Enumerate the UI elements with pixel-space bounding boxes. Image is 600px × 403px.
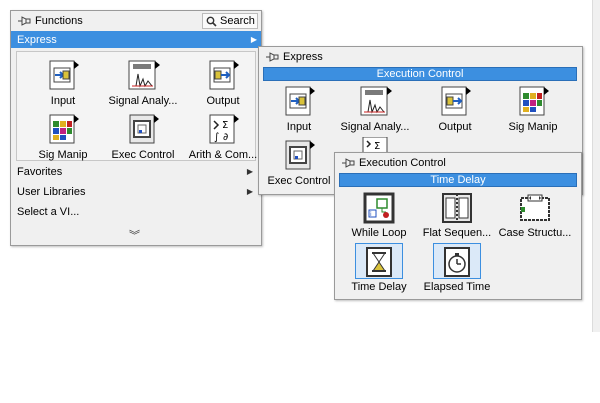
palette-item-label: Signal Analy... [340, 121, 410, 133]
category-express-label: Express [17, 33, 57, 46]
input-express-icon [49, 60, 79, 90]
palette-item-label: Elapsed Time [423, 281, 491, 293]
double-chevron-down-icon[interactable]: ︾ [129, 227, 140, 243]
execution-control-title: Execution Control [359, 157, 446, 169]
express-titlebar[interactable]: Express [259, 47, 582, 67]
signal-analysis-icon [360, 86, 392, 116]
palette-item-label: Arith & Com... [188, 149, 258, 161]
while-loop-icon: i [363, 192, 395, 224]
palette-item-flat-sequence[interactable]: Flat Sequen... [417, 189, 497, 239]
palette-item-exec-control[interactable]: Exec Control [103, 111, 183, 161]
header-label: Time Delay [430, 174, 486, 186]
svg-text:∫: ∫ [214, 132, 219, 143]
exec-control-icon [129, 114, 159, 144]
palette-item-while-loop[interactable]: i While Loop [339, 189, 419, 239]
flat-sequence-icon [442, 193, 472, 223]
palette-item-arith-comparison[interactable]: Σ ∫ ∂ Arith & Com... [183, 111, 263, 161]
palette-item-label: Input [50, 95, 76, 107]
hourglass-icon [366, 247, 392, 277]
functions-title: Functions [35, 15, 83, 27]
search-button[interactable]: Search [202, 13, 258, 29]
palette-item-label: Case Structu... [498, 227, 572, 239]
thumbtack-icon[interactable] [17, 15, 31, 27]
stopwatch-icon [444, 247, 470, 277]
arith-comparison-icon: Σ ∫ ∂ [209, 114, 239, 144]
palette-item-output[interactable]: Output [183, 57, 263, 107]
submenu-arrow-icon: ▶ [246, 167, 253, 176]
search-label: Search [220, 15, 255, 27]
case-structure-icon [520, 194, 550, 221]
palette-item-label: While Loop [351, 227, 407, 239]
palette-item-label: Sig Manip [508, 121, 558, 133]
select-a-vi[interactable]: Select a VI... [17, 203, 257, 221]
execution-control-subpalette-header: Time Delay [339, 173, 577, 187]
palette-item-label: Exec Control [111, 149, 175, 161]
thumbtack-icon[interactable] [341, 157, 355, 169]
signal-analysis-icon [128, 60, 160, 90]
svg-text:Σ: Σ [222, 120, 228, 131]
express-title: Express [283, 51, 323, 63]
functions-palette: Functions Search Express ▶ Input Signal … [10, 10, 262, 246]
palette-item-sig-manip[interactable]: Sig Manip [493, 83, 573, 133]
category-favorites[interactable]: Favorites ▶ [17, 163, 257, 181]
palette-item-signal-analysis[interactable]: Signal Analy... [103, 57, 183, 107]
svg-text:∂: ∂ [223, 132, 228, 143]
submenu-arrow-icon: ▶ [246, 187, 253, 196]
palette-item-label: Output [206, 95, 240, 107]
header-label: Execution Control [376, 68, 464, 80]
execution-control-titlebar[interactable]: Execution Control [335, 153, 581, 173]
palette-item-output[interactable]: Output [415, 83, 495, 133]
palette-item-label: Input [286, 121, 312, 133]
sig-manip-icon [519, 86, 549, 116]
input-express-icon [285, 86, 315, 116]
exec-control-icon [285, 140, 315, 170]
execution-control-palette: Execution Control Time Delay i While Loo… [334, 152, 582, 300]
palette-item-label: Flat Sequen... [422, 227, 492, 239]
category-label: Favorites [17, 166, 63, 178]
sig-manip-icon [49, 114, 79, 144]
category-user-libraries[interactable]: User Libraries ▶ [17, 183, 257, 201]
palette-item-sig-manip[interactable]: Sig Manip [23, 111, 103, 161]
palette-item-label: Time Delay [351, 281, 407, 293]
palette-item-label: Signal Analy... [108, 95, 178, 107]
output-express-icon [441, 86, 471, 116]
category-label: Select a VI... [17, 206, 80, 218]
palette-item-time-delay[interactable]: Time Delay [339, 243, 419, 293]
category-label: User Libraries [17, 186, 86, 198]
palette-item-signal-analysis[interactable]: Signal Analy... [335, 83, 415, 133]
express-subpalette-header: Execution Control [263, 67, 577, 81]
output-express-icon [209, 60, 239, 90]
svg-text:Σ: Σ [374, 141, 380, 152]
palette-item-label: Output [438, 121, 472, 133]
palette-item-input[interactable]: Input [23, 57, 103, 107]
palette-item-input[interactable]: Input [259, 83, 339, 133]
palette-item-exec-control[interactable]: Exec Control [259, 137, 339, 187]
search-icon [206, 16, 217, 27]
window-edge [592, 0, 600, 332]
palette-item-label: Sig Manip [38, 149, 88, 161]
submenu-arrow-icon: ▶ [250, 35, 257, 44]
category-express[interactable]: Express ▶ [11, 31, 261, 48]
palette-item-label: Exec Control [267, 175, 331, 187]
palette-item-case-structure[interactable]: Case Structu... [495, 189, 575, 239]
palette-item-elapsed-time[interactable]: Elapsed Time [417, 243, 497, 293]
thumbtack-icon[interactable] [265, 51, 279, 63]
arith-comparison-icon[interactable]: Σ [359, 137, 393, 153]
